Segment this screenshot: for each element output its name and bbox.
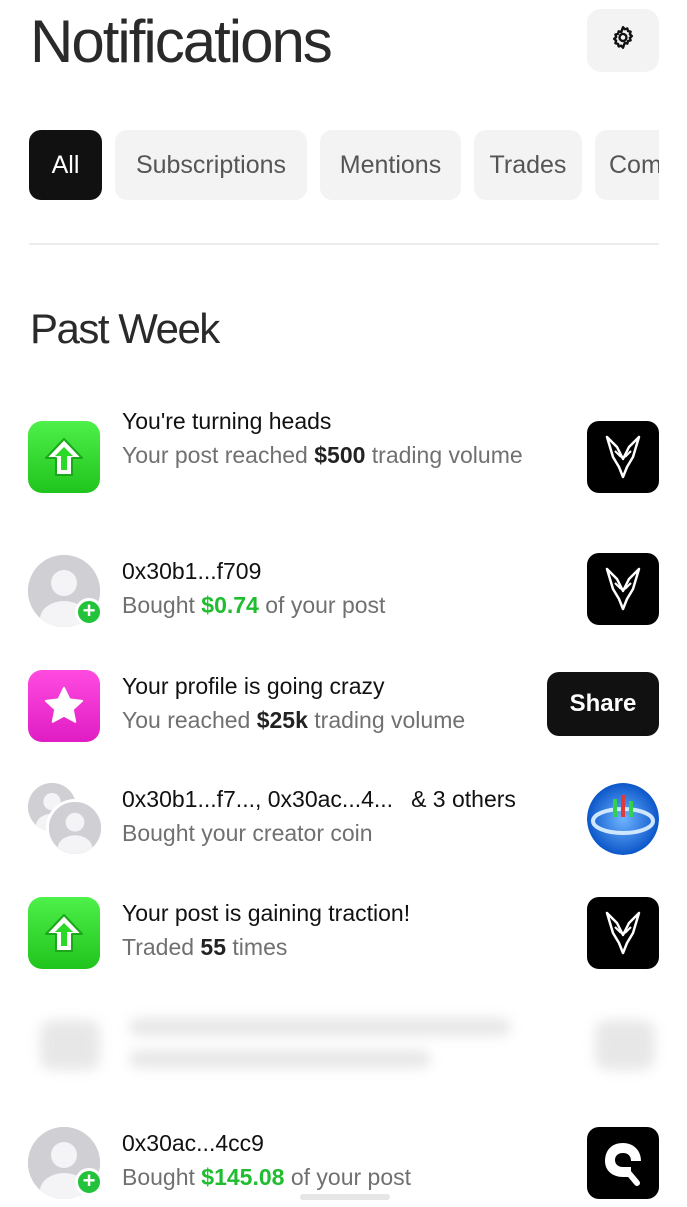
notification-title: Your post is gaining traction! [122, 900, 411, 926]
notification-title: 0x30b1...f709 [122, 558, 262, 584]
post-thumbnail[interactable] [587, 1127, 659, 1199]
home-indicator [300, 1194, 390, 1200]
creator-coin-thumbnail[interactable] [587, 783, 659, 855]
notification-body: Your post reached $500 trading volume [122, 442, 523, 468]
star-icon [28, 670, 100, 742]
notification-item[interactable]: Your post is gaining traction! Traded 55… [0, 897, 687, 977]
plus-badge-icon: + [75, 1168, 103, 1196]
notification-title: 0x30ac...4cc9 [122, 1130, 264, 1156]
notification-title: Your profile is going crazy [122, 673, 385, 699]
tab-all[interactable]: All [29, 130, 102, 200]
post-thumbnail[interactable] [587, 897, 659, 969]
blurred-notification [40, 1010, 660, 1080]
notification-body: Traded 55 times [122, 934, 288, 960]
tab-community[interactable]: Com [595, 130, 659, 200]
notification-item[interactable]: 0x30b1...f7..., 0x30ac...4... & 3 others … [0, 783, 687, 863]
notification-title: 0x30b1...f7..., 0x30ac...4... & 3 others [122, 786, 516, 812]
notification-body: Bought $145.08 of your post [122, 1164, 412, 1190]
up-arrow-icon [28, 897, 100, 969]
tab-subscriptions[interactable]: Subscriptions [115, 130, 307, 200]
share-button[interactable]: Share [547, 672, 659, 736]
avatar-stack [28, 783, 108, 857]
section-title: Past Week [30, 305, 220, 352]
notification-title: You're turning heads [122, 408, 332, 434]
post-thumbnail[interactable] [587, 553, 659, 625]
tab-trades[interactable]: Trades [474, 130, 582, 200]
filter-tabs: All Subscriptions Mentions Trades Com [29, 130, 659, 202]
tab-mentions[interactable]: Mentions [320, 130, 461, 200]
gear-icon [610, 25, 636, 56]
notification-item[interactable]: You're turning heads Your post reached $… [0, 405, 687, 510]
avatar [46, 799, 104, 857]
up-arrow-icon [28, 421, 100, 493]
settings-button[interactable] [587, 9, 659, 72]
notification-body: Bought your creator coin [122, 820, 373, 846]
notification-body: You reached $25k trading volume [122, 707, 466, 733]
notification-body: Bought $0.74 of your post [122, 592, 386, 618]
post-thumbnail[interactable] [587, 421, 659, 493]
notification-item[interactable]: Your profile is going crazy You reached … [0, 670, 687, 750]
divider [29, 243, 659, 245]
plus-badge-icon: + [75, 598, 103, 626]
page-title: Notifications [30, 8, 333, 75]
notification-item[interactable]: + 0x30b1...f709 Bought $0.74 of your pos… [0, 553, 687, 635]
